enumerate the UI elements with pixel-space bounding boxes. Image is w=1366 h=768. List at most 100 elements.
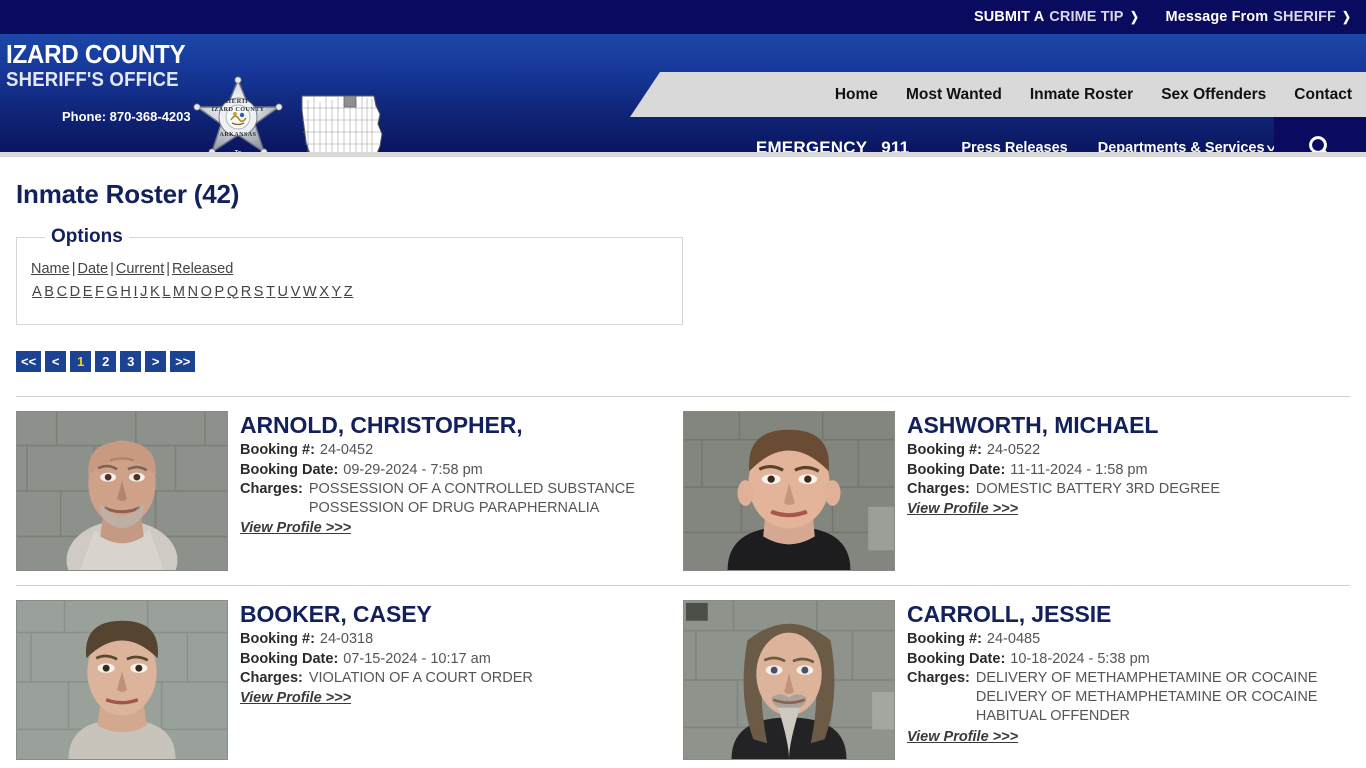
inmate-name: ARNOLD, CHRISTOPHER, bbox=[240, 412, 523, 438]
alpha-link-b[interactable]: B bbox=[43, 284, 55, 300]
alpha-link-j[interactable]: J bbox=[139, 284, 149, 300]
header-bottom-rule bbox=[0, 152, 1366, 157]
charges-list: VIOLATION OF A COURT ORDER bbox=[309, 669, 533, 688]
view-profile-link[interactable]: View Profile >>> bbox=[907, 729, 1018, 745]
view-profile-link[interactable]: View Profile >>> bbox=[907, 501, 1018, 517]
inmate-booking-number-row: Booking #: 24-0522 bbox=[907, 441, 1350, 460]
nav-item-contact[interactable]: Contact bbox=[1294, 86, 1352, 104]
sort-separator: | bbox=[166, 261, 171, 277]
inmate-mugshot[interactable] bbox=[683, 600, 895, 760]
options-panel: Options Name | Date | Current | Released ABCDE… bbox=[16, 226, 683, 325]
message-from-sheriff-link[interactable]: Message From SHERIFF ❯ bbox=[1166, 9, 1352, 25]
top-utility-bar: SUBMIT A CRIME TIP ❯ Message From SHERIF… bbox=[0, 0, 1366, 34]
pagination-last[interactable]: >> bbox=[170, 351, 196, 372]
alpha-link-l[interactable]: L bbox=[161, 284, 172, 300]
booking-date-label: Booking Date: bbox=[240, 650, 339, 667]
inmate-info: ARNOLD, CHRISTOPHER, Booking #: 24-0452 … bbox=[240, 411, 683, 571]
search-icon bbox=[1309, 136, 1328, 152]
booking-number-label: Booking #: bbox=[240, 631, 315, 648]
pagination: << < 1 2 3 > >> bbox=[16, 351, 1350, 372]
alpha-link-g[interactable]: G bbox=[105, 284, 119, 300]
alpha-link-e[interactable]: E bbox=[82, 284, 94, 300]
alpha-link-o[interactable]: O bbox=[200, 284, 214, 300]
nav-item-press-releases[interactable]: Press Releases bbox=[961, 140, 1067, 152]
emergency-label: EMERGENCY bbox=[755, 138, 868, 152]
charges-label: Charges: bbox=[907, 669, 970, 686]
alpha-link-z[interactable]: Z bbox=[343, 284, 354, 300]
sort-link-released[interactable]: Released bbox=[172, 261, 233, 277]
view-profile-link[interactable]: View Profile >>> bbox=[240, 690, 351, 706]
sort-link-name[interactable]: Name bbox=[31, 261, 70, 277]
alpha-link-r[interactable]: R bbox=[240, 284, 253, 300]
booking-number-value: 24-0452 bbox=[319, 442, 374, 459]
inmate-booking-date-row: Booking Date: 07-15-2024 - 10:17 am bbox=[240, 650, 683, 669]
nav-item-sex-offenders[interactable]: Sex Offenders bbox=[1161, 86, 1266, 104]
submit-crime-tip-dim: CRIME TIP bbox=[1049, 9, 1124, 25]
alpha-link-c[interactable]: C bbox=[56, 284, 69, 300]
booking-number-label: Booking #: bbox=[240, 442, 315, 459]
inmate-roster-list: ARNOLD, CHRISTOPHER, Booking #: 24-0452 … bbox=[16, 396, 1350, 768]
search-button[interactable] bbox=[1274, 117, 1366, 152]
alpha-link-t[interactable]: T bbox=[265, 284, 276, 300]
pagination-page-1[interactable]: 1 bbox=[70, 351, 92, 372]
inmate-mugshot[interactable] bbox=[16, 600, 228, 760]
nav-item-home[interactable]: Home bbox=[835, 86, 878, 104]
alpha-link-n[interactable]: N bbox=[187, 284, 200, 300]
booking-date-label: Booking Date: bbox=[240, 461, 339, 478]
sort-link-date[interactable]: Date bbox=[77, 261, 108, 277]
inmate-card[interactable]: ASHWORTH, MICHAEL Booking #: 24-0522 Boo… bbox=[683, 411, 1350, 571]
nav-item-most-wanted[interactable]: Most Wanted bbox=[906, 86, 1002, 104]
inmate-booking-number-row: Booking #: 24-0485 bbox=[907, 630, 1350, 649]
pagination-prev[interactable]: < bbox=[45, 351, 67, 372]
charge-item: POSSESSION OF DRUG PARAPHERNALIA bbox=[308, 500, 600, 517]
alpha-link-k[interactable]: K bbox=[149, 284, 161, 300]
alpha-link-p[interactable]: P bbox=[214, 284, 226, 300]
alpha-link-q[interactable]: Q bbox=[226, 284, 240, 300]
inmate-mugshot[interactable] bbox=[16, 411, 228, 571]
emergency-number: 911 bbox=[881, 138, 910, 152]
view-profile-link[interactable]: View Profile >>> bbox=[240, 520, 351, 536]
nav-item-departments-services[interactable]: Departments & Services˅ bbox=[1098, 140, 1276, 152]
pagination-first[interactable]: << bbox=[16, 351, 42, 372]
alpha-link-h[interactable]: H bbox=[119, 284, 132, 300]
inmate-card[interactable]: ARNOLD, CHRISTOPHER, Booking #: 24-0452 … bbox=[16, 411, 683, 571]
nav-item-inmate-roster[interactable]: Inmate Roster bbox=[1030, 86, 1133, 104]
chevron-right-icon: ❯ bbox=[1129, 9, 1139, 24]
inmate-booking-date-row: Booking Date: 10-18-2024 - 5:38 pm bbox=[907, 650, 1350, 669]
charges-label: Charges: bbox=[907, 480, 970, 497]
roster-row: BOOKER, CASEY Booking #: 24-0318 Booking… bbox=[16, 586, 1350, 768]
charges-label: Charges: bbox=[240, 669, 303, 686]
alpha-link-a[interactable]: A bbox=[31, 284, 43, 300]
alpha-link-u[interactable]: U bbox=[277, 284, 290, 300]
alpha-link-m[interactable]: M bbox=[172, 284, 187, 300]
submit-crime-tip-link[interactable]: SUBMIT A CRIME TIP ❯ bbox=[974, 9, 1140, 25]
inmate-info: BOOKER, CASEY Booking #: 24-0318 Booking… bbox=[240, 600, 683, 760]
svg-text:ARKANSAS: ARKANSAS bbox=[219, 132, 256, 138]
alpha-link-d[interactable]: D bbox=[69, 284, 82, 300]
options-legend: Options bbox=[51, 226, 123, 247]
alpha-link-w[interactable]: W bbox=[302, 284, 318, 300]
sheriff-badge-icon: SHERIFF IZARD COUNTY ARKANSAS To Protect… bbox=[186, 76, 290, 152]
booking-date-value: 07-15-2024 - 10:17 am bbox=[343, 650, 491, 667]
badge-motto: To Protect And Serve With Honor And Inte… bbox=[186, 149, 290, 152]
pagination-next[interactable]: > bbox=[145, 351, 167, 372]
sort-link-current[interactable]: Current bbox=[116, 261, 164, 277]
booking-number-value: 24-0522 bbox=[986, 442, 1041, 459]
inmate-card[interactable]: BOOKER, CASEY Booking #: 24-0318 Booking… bbox=[16, 600, 683, 760]
alpha-link-f[interactable]: F bbox=[94, 284, 105, 300]
alpha-link-y[interactable]: Y bbox=[330, 284, 342, 300]
pagination-page-2[interactable]: 2 bbox=[95, 351, 117, 372]
booking-number-label: Booking #: bbox=[907, 631, 982, 648]
pagination-page-3[interactable]: 3 bbox=[120, 351, 142, 372]
alpha-link-s[interactable]: S bbox=[253, 284, 265, 300]
inmate-booking-date-row: Booking Date: 11-11-2024 - 1:58 pm bbox=[907, 461, 1350, 480]
chevron-right-icon: ❯ bbox=[1342, 9, 1351, 24]
alpha-link-v[interactable]: V bbox=[290, 284, 302, 300]
inmate-card[interactable]: CARROLL, JESSIE Booking #: 24-0485 Booki… bbox=[683, 600, 1350, 760]
charge-item: VIOLATION OF A COURT ORDER bbox=[308, 669, 533, 686]
page-content: Inmate Roster (42) Options Name | Date | Cur… bbox=[0, 179, 1366, 768]
primary-nav: Home Most Wanted Inmate Roster Sex Offen… bbox=[630, 72, 1366, 117]
arkansas-map-icon bbox=[296, 90, 388, 152]
inmate-mugshot[interactable] bbox=[683, 411, 895, 571]
alpha-link-x[interactable]: X bbox=[318, 284, 330, 300]
